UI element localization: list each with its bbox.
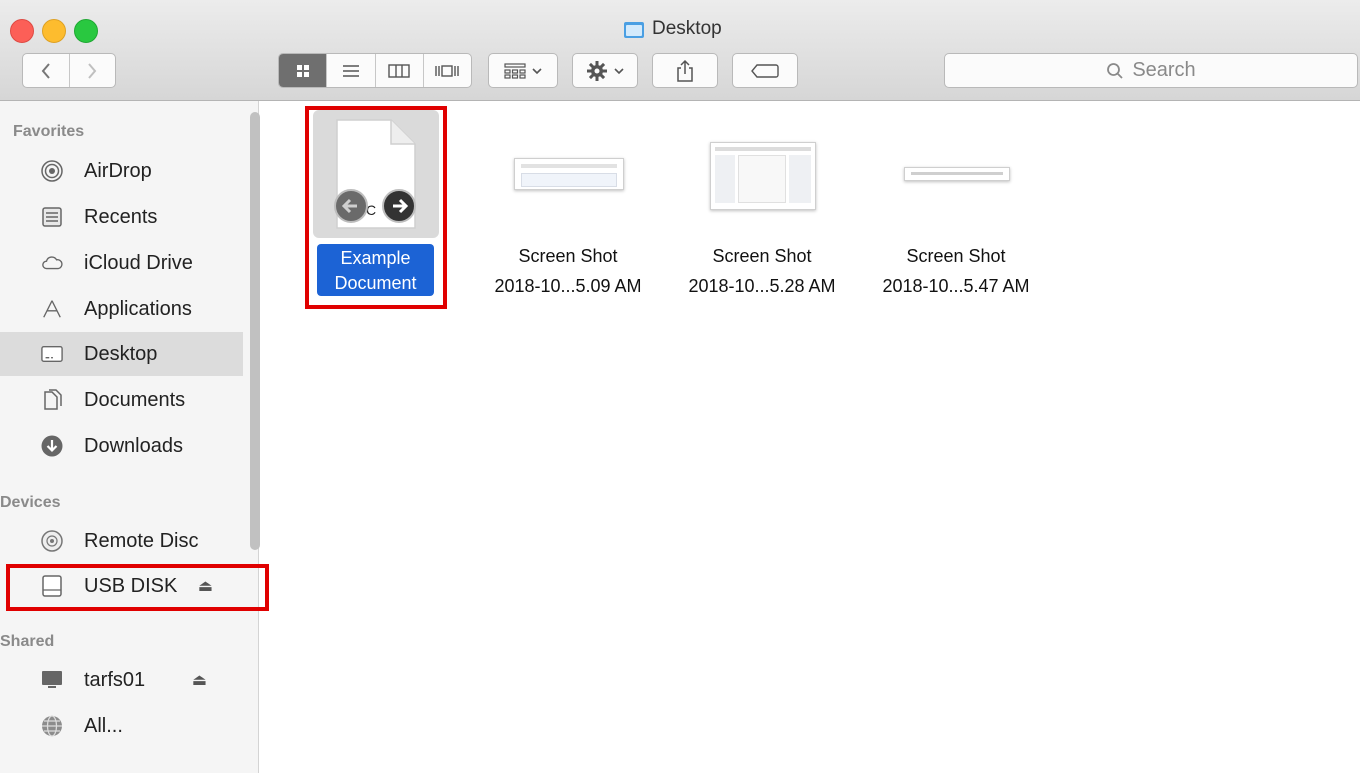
columns-icon [388, 63, 410, 78]
sidebar-item-label: All... [84, 714, 123, 737]
sidebar-item-label: tarfs01 [84, 668, 146, 691]
screenshot-thumbnail [710, 142, 816, 210]
sidebar-section-favorites: Favorites [13, 123, 85, 140]
file-item-screenshot-1[interactable]: Screen Shot 2018-10...5.09 AM [478, 140, 658, 300]
folder-icon [624, 21, 644, 38]
sidebar-item-tarfs01[interactable]: tarfs01 ⏏ [0, 658, 243, 702]
desktop-icon [41, 345, 63, 363]
disc-icon [41, 530, 63, 552]
window-title: Desktop [652, 18, 722, 39]
tag-icon [751, 63, 779, 78]
sidebar-section-devices: Devices [0, 494, 61, 511]
file-name-line1: Screen Shot [906, 246, 1006, 266]
chevron-down-icon [614, 67, 624, 74]
sidebar-item-label: Applications [84, 297, 192, 320]
group-by-button[interactable] [488, 53, 558, 88]
documents-icon [44, 389, 62, 410]
search-field[interactable]: Search [944, 53, 1358, 88]
usb-highlight-box [6, 564, 269, 611]
view-mode-control [278, 53, 472, 88]
cloud-icon [42, 256, 63, 270]
nav-buttons [22, 53, 116, 88]
column-view-button[interactable] [376, 54, 424, 87]
tags-button[interactable] [732, 53, 798, 88]
gallery-view-button[interactable] [424, 54, 471, 87]
share-button[interactable] [652, 53, 718, 88]
airdrop-icon [41, 160, 63, 182]
sidebar-item-documents[interactable]: Documents [0, 378, 243, 422]
eject-icon[interactable]: ⏏ [192, 670, 207, 690]
chevron-left-icon [41, 62, 50, 79]
search-icon [1107, 62, 1123, 79]
recents-icon [42, 207, 62, 227]
close-button[interactable] [10, 19, 34, 43]
window-title-group: Desktop [624, 16, 722, 42]
screenshot-thumbnail [514, 158, 624, 190]
file-name-line1: Screen Shot [518, 246, 618, 266]
list-view-button[interactable] [327, 54, 376, 87]
minimize-button[interactable] [42, 19, 66, 43]
sidebar-item-label: Desktop [84, 342, 158, 365]
search-placeholder: Search [1132, 59, 1196, 81]
screenshot-thumbnail [904, 167, 1010, 181]
sidebar-item-icloud-drive[interactable]: iCloud Drive [0, 241, 243, 285]
gear-icon [587, 60, 607, 81]
sidebar-item-remote-disc[interactable]: Remote Disc [0, 519, 243, 563]
chevron-right-icon [88, 62, 97, 79]
sidebar-item-applications[interactable]: Applications [0, 287, 243, 331]
file-name-line1: Screen Shot [712, 246, 812, 266]
sidebar-item-label: iCloud Drive [84, 251, 193, 274]
applications-icon [43, 300, 61, 318]
sidebar-scrollbar[interactable] [250, 112, 260, 550]
sidebar-section-shared: Shared [0, 633, 55, 650]
back-button[interactable] [23, 54, 70, 87]
group-grid-icon [504, 62, 526, 79]
monitor-icon [42, 671, 62, 688]
sidebar-item-desktop[interactable]: Desktop [0, 332, 243, 376]
file-name-line2: 2018-10...5.28 AM [688, 276, 836, 296]
sidebar-item-recents[interactable]: Recents [0, 195, 243, 239]
document-highlight-box [305, 106, 447, 309]
zoom-button[interactable] [74, 19, 98, 43]
network-icon [42, 715, 62, 737]
list-icon [342, 64, 359, 77]
file-item-screenshot-3[interactable]: Screen Shot 2018-10...5.47 AM [866, 140, 1046, 300]
sidebar-item-label: Remote Disc [84, 529, 199, 552]
forward-button[interactable] [70, 54, 116, 87]
file-item-screenshot-2[interactable]: Screen Shot 2018-10...5.28 AM [672, 140, 852, 300]
cover-flow-icon [435, 64, 460, 77]
icon-view-button[interactable] [279, 54, 328, 87]
file-name-line2: 2018-10...5.09 AM [494, 276, 642, 296]
sidebar-item-label: Documents [84, 388, 186, 411]
sidebar-item-label: Downloads [84, 434, 183, 457]
action-button[interactable] [572, 53, 638, 88]
chevron-down-icon [532, 67, 542, 74]
sidebar-item-airdrop[interactable]: AirDrop [0, 149, 243, 193]
sidebar-item-label: Recents [84, 205, 158, 228]
downloads-icon [41, 435, 63, 457]
file-name-line2: 2018-10...5.47 AM [882, 276, 1030, 296]
sidebar-item-all[interactable]: All... [0, 704, 243, 748]
sidebar-item-downloads[interactable]: Downloads [0, 424, 243, 468]
share-icon [677, 59, 693, 82]
grid-icon [296, 64, 309, 77]
sidebar-item-label: AirDrop [84, 159, 152, 182]
